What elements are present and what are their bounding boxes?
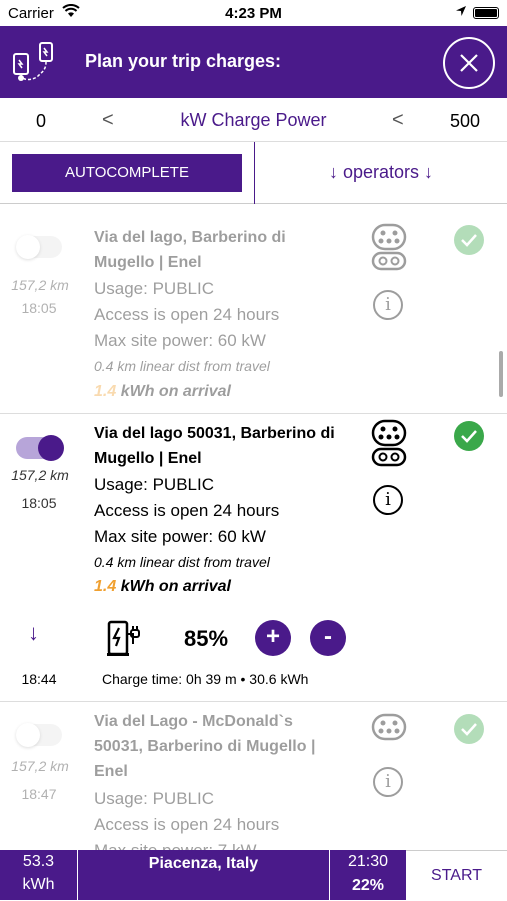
autocomplete-button[interactable]: AUTOCOMPLETE — [12, 154, 242, 192]
total-energy-value: 53.3 — [22, 853, 55, 870]
increase-charge-button[interactable]: + — [255, 620, 291, 656]
charge-power-filter: 0 < kW Charge Power < 500 — [0, 98, 507, 142]
station-name-line: Mugello | Enel — [94, 254, 202, 271]
power-max-value[interactable]: 500 — [450, 111, 480, 132]
header: Plan your trip charges: — [0, 26, 507, 98]
station-list[interactable]: 157,2 km 18:05 Via del lago, Barberino d… — [0, 205, 507, 850]
station-usage: Usage: PUBLIC — [94, 279, 214, 298]
decrease-charge-button[interactable]: - — [310, 620, 346, 656]
charging-station-icon — [107, 620, 140, 656]
station-arrival-energy: 1.4 kWh on arrival — [94, 578, 231, 595]
arrival-battery-percent: 22% — [351, 877, 385, 894]
page-title: Plan your trip charges: — [85, 51, 282, 71]
station-max-power: Max site power: 7 kW — [94, 841, 257, 850]
station-name-line: Via del Lago - McDonald`s — [94, 713, 293, 730]
charge-time-summary: Charge time: 0h 39 m • 30.6 kWh — [102, 671, 309, 687]
station-distance: 157,2 km — [11, 467, 69, 483]
station-arrival-energy: 1.4 kWh on arrival — [94, 383, 231, 400]
down-arrow-icon: ↓ — [28, 620, 39, 645]
station-distance: 157,2 km — [11, 277, 69, 293]
station-name-line: Enel — [94, 763, 128, 780]
total-energy: 53.3 kWh — [0, 850, 78, 900]
plug-connector-icon — [371, 223, 407, 271]
station-name-line: Mugello | Enel — [94, 450, 202, 467]
close-button[interactable] — [443, 37, 495, 89]
start-button[interactable]: START — [406, 850, 507, 900]
station-distance: 157,2 km — [11, 758, 69, 774]
station-eta: 18:05 — [21, 495, 57, 511]
station-name-line: Via del lago 50031, Barberino di — [94, 425, 335, 442]
info-icon[interactable]: i — [373, 767, 403, 797]
check-icon[interactable] — [454, 714, 484, 744]
station-name[interactable]: Via del Lago - McDonald`s 50031, Barberi… — [94, 709, 356, 784]
station-eta: 18:47 — [21, 786, 57, 802]
check-icon[interactable] — [454, 421, 484, 451]
destination-label: Piacenza, Italy — [78, 850, 330, 900]
arrival-info: 21:30 22% — [330, 850, 406, 900]
station-name[interactable]: Via del lago, Barberino di Mugello | Ene… — [94, 225, 356, 275]
clock: 4:23 PM — [225, 5, 282, 22]
charge-end-time: 18:44 — [21, 671, 57, 687]
station-max-power: Max site power: 60 kW — [94, 527, 266, 546]
status-bar: Carrier 4:23 PM — [0, 0, 507, 26]
trip-summary-bar: 53.3 kWh Piacenza, Italy 21:30 22% START — [0, 850, 507, 900]
station-access: Access is open 24 hours — [94, 501, 280, 520]
station-name-line: Via del lago, Barberino di — [94, 229, 286, 246]
info-icon[interactable]: i — [373, 485, 403, 515]
power-increase-chevron[interactable]: < — [392, 109, 404, 132]
divider — [0, 701, 507, 702]
station-eta: 18:05 — [21, 300, 57, 316]
battery-icon — [473, 7, 499, 19]
check-icon[interactable] — [454, 225, 484, 255]
station-toggle[interactable] — [16, 723, 62, 747]
station-max-power: Max site power: 60 kW — [94, 331, 266, 350]
info-icon[interactable]: i — [373, 290, 403, 320]
station-linear-distance: 0.4 km linear dist from travel — [94, 358, 270, 374]
plug-connector-icon — [371, 419, 407, 467]
divider — [0, 413, 507, 414]
close-icon — [460, 54, 478, 72]
station-name[interactable]: Via del lago 50031, Barberino di Mugello… — [94, 421, 356, 471]
station-access: Access is open 24 hours — [94, 305, 280, 324]
station-usage: Usage: PUBLIC — [94, 475, 214, 494]
station-toggle[interactable] — [16, 235, 62, 259]
target-charge-percent: 85% — [184, 626, 229, 651]
power-filter-label: kW Charge Power — [180, 110, 327, 130]
arrival-time: 21:30 — [347, 853, 389, 870]
station-usage: Usage: PUBLIC — [94, 789, 214, 808]
filter-row: AUTOCOMPLETE ↓ operators ↓ — [0, 142, 507, 204]
station-access: Access is open 24 hours — [94, 815, 280, 834]
location-arrow-icon — [456, 6, 466, 16]
station-linear-distance: 0.4 km linear dist from travel — [94, 554, 270, 570]
plug-connector-icon — [371, 713, 407, 741]
total-energy-unit: kWh — [22, 876, 55, 893]
operators-sort-button[interactable]: ↓ operators ↓ — [255, 162, 507, 183]
trip-charge-logo-icon — [13, 42, 53, 81]
station-toggle[interactable] — [16, 435, 64, 461]
station-name-line: 50031, Barberino di Mugello | — [94, 738, 316, 755]
scrollbar[interactable] — [499, 351, 503, 397]
